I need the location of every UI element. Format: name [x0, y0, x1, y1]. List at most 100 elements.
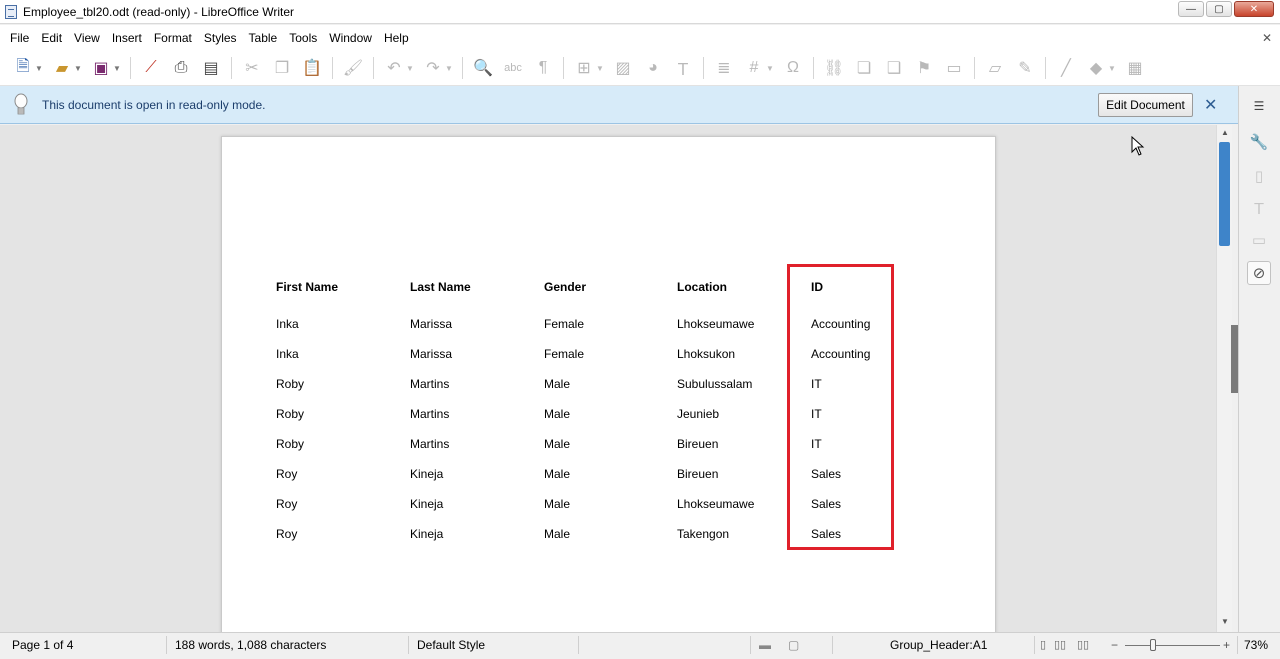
cell-location[interactable]: Jeunieb	[671, 399, 805, 429]
menu-table[interactable]: Table	[243, 31, 284, 45]
cell-id[interactable]: Accounting	[805, 309, 895, 339]
cell-last-name[interactable]: Martins	[404, 399, 538, 429]
zoom-in-icon[interactable]: +	[1223, 638, 1230, 652]
sidebar-collapse-handle[interactable]	[1231, 325, 1238, 393]
cell-gender[interactable]: Male	[538, 519, 671, 549]
menu-file[interactable]: File	[4, 31, 35, 45]
page-icon[interactable]: ▯	[1247, 164, 1271, 188]
cell-gender[interactable]: Female	[538, 309, 671, 339]
header-last-name[interactable]: Last Name	[404, 265, 538, 309]
find-replace-icon[interactable]: 🔍	[471, 56, 495, 80]
cell-location[interactable]: Lhoksukon	[671, 339, 805, 369]
cell-gender[interactable]: Male	[538, 459, 671, 489]
zoom-slider[interactable]	[1125, 645, 1220, 646]
cell-first-name[interactable]: Roy	[270, 519, 404, 549]
cell-first-name[interactable]: Roy	[270, 489, 404, 519]
save-icon[interactable]: ▣	[89, 56, 113, 80]
close-window-button[interactable]: ✕	[1234, 1, 1274, 17]
print-icon[interactable]: ⎙	[169, 56, 193, 80]
cell-last-name[interactable]: Martins	[404, 369, 538, 399]
section-name[interactable]: Group_Header:A1	[890, 638, 987, 652]
field-dropdown-icon[interactable]: ▼	[766, 64, 774, 73]
vertical-scrollbar[interactable]: ▲ ▼	[1216, 125, 1232, 632]
styles-icon[interactable]: Ｔ	[1247, 196, 1271, 220]
cell-last-name[interactable]: Marissa	[404, 309, 538, 339]
page-break-icon[interactable]: ≣	[712, 56, 736, 80]
cell-location[interactable]: Lhokseumawe	[671, 309, 805, 339]
cell-location[interactable]: Bireuen	[671, 429, 805, 459]
insert-chart-icon[interactable]: ◕	[641, 56, 665, 80]
header-gender[interactable]: Gender	[538, 265, 671, 309]
zoom-out-icon[interactable]: −	[1111, 638, 1118, 652]
open-icon[interactable]: ▰	[50, 56, 74, 80]
cell-id[interactable]: IT	[805, 369, 895, 399]
hyperlink-icon[interactable]: ⛓	[822, 56, 846, 80]
save-dropdown-icon[interactable]: ▼	[113, 64, 121, 73]
single-page-view-icon[interactable]: ▯	[1040, 638, 1046, 651]
new-icon[interactable]: 🗎	[11, 56, 35, 80]
copy-icon[interactable]: ❐	[270, 56, 294, 80]
table-dropdown-icon[interactable]: ▼	[596, 64, 604, 73]
cell-gender[interactable]: Male	[538, 369, 671, 399]
word-count[interactable]: 188 words, 1,088 characters	[175, 638, 326, 652]
header-first-name[interactable]: First Name	[270, 265, 404, 309]
menu-styles[interactable]: Styles	[198, 31, 243, 45]
export-pdf-icon[interactable]: ⟋	[139, 56, 163, 80]
clone-format-icon[interactable]: 🖌	[341, 56, 365, 80]
endnote-icon[interactable]: ❑	[882, 56, 906, 80]
cell-location[interactable]: Takengon	[671, 519, 805, 549]
scrollbar-thumb[interactable]	[1219, 142, 1230, 246]
line-icon[interactable]: ╱	[1054, 56, 1078, 80]
cell-id[interactable]: IT	[805, 429, 895, 459]
selection-mode-icon[interactable]: ▬	[759, 638, 771, 652]
bookmark-icon[interactable]: ⚑	[912, 56, 936, 80]
insert-table-icon[interactable]: ⊞	[572, 56, 596, 80]
redo-dropdown-icon[interactable]: ▼	[445, 64, 453, 73]
print-preview-icon[interactable]: ▤	[199, 56, 223, 80]
cell-gender[interactable]: Male	[538, 399, 671, 429]
properties-icon[interactable]: 🔧	[1247, 130, 1271, 154]
cell-location[interactable]: Bireuen	[671, 459, 805, 489]
formatting-marks-icon[interactable]: ¶	[531, 56, 555, 80]
cell-id[interactable]: Accounting	[805, 339, 895, 369]
open-dropdown-icon[interactable]: ▼	[74, 64, 82, 73]
menu-edit[interactable]: Edit	[35, 31, 68, 45]
cross-reference-icon[interactable]: ▭	[942, 56, 966, 80]
sidebar-menu-icon[interactable]: ☰	[1247, 94, 1271, 118]
minimize-button[interactable]: —	[1178, 1, 1204, 17]
track-changes-icon[interactable]: ✎	[1013, 56, 1037, 80]
scroll-up-icon[interactable]: ▲	[1221, 128, 1229, 137]
cell-location[interactable]: Lhokseumawe	[671, 489, 805, 519]
header-location[interactable]: Location	[671, 265, 805, 309]
menu-help[interactable]: Help	[378, 31, 415, 45]
document-page[interactable]: First Name Last Name Gender Location ID …	[221, 136, 996, 632]
document-modified-icon[interactable]: ▢	[788, 638, 799, 652]
new-dropdown-icon[interactable]: ▼	[35, 64, 43, 73]
header-id[interactable]: ID	[805, 265, 895, 309]
paste-icon[interactable]: 📋	[300, 56, 324, 80]
basic-shapes-icon[interactable]: ◆	[1084, 56, 1108, 80]
insert-field-icon[interactable]: #	[742, 56, 766, 80]
zoom-slider-knob[interactable]	[1150, 639, 1156, 651]
book-view-icon[interactable]: ▯▯	[1077, 638, 1089, 651]
scroll-down-icon[interactable]: ▼	[1221, 617, 1229, 626]
menu-format[interactable]: Format	[148, 31, 198, 45]
cell-first-name[interactable]: Inka	[270, 339, 404, 369]
draw-functions-icon[interactable]: ▦	[1123, 56, 1147, 80]
insert-image-icon[interactable]: ▨	[611, 56, 635, 80]
cell-id[interactable]: Sales	[805, 519, 895, 549]
cell-gender[interactable]: Male	[538, 489, 671, 519]
cell-last-name[interactable]: Marissa	[404, 339, 538, 369]
cell-last-name[interactable]: Kineja	[404, 489, 538, 519]
page-style[interactable]: Default Style	[417, 638, 485, 652]
menu-insert[interactable]: Insert	[106, 31, 148, 45]
cell-location[interactable]: Subulussalam	[671, 369, 805, 399]
cell-gender[interactable]: Male	[538, 429, 671, 459]
cell-first-name[interactable]: Roby	[270, 399, 404, 429]
zoom-level[interactable]: 73%	[1244, 638, 1268, 652]
shapes-dropdown-icon[interactable]: ▼	[1108, 64, 1116, 73]
edit-document-button[interactable]: Edit Document	[1098, 93, 1193, 117]
spellcheck-icon[interactable]: abc	[501, 56, 525, 80]
cell-first-name[interactable]: Roby	[270, 369, 404, 399]
cell-last-name[interactable]: Kineja	[404, 459, 538, 489]
